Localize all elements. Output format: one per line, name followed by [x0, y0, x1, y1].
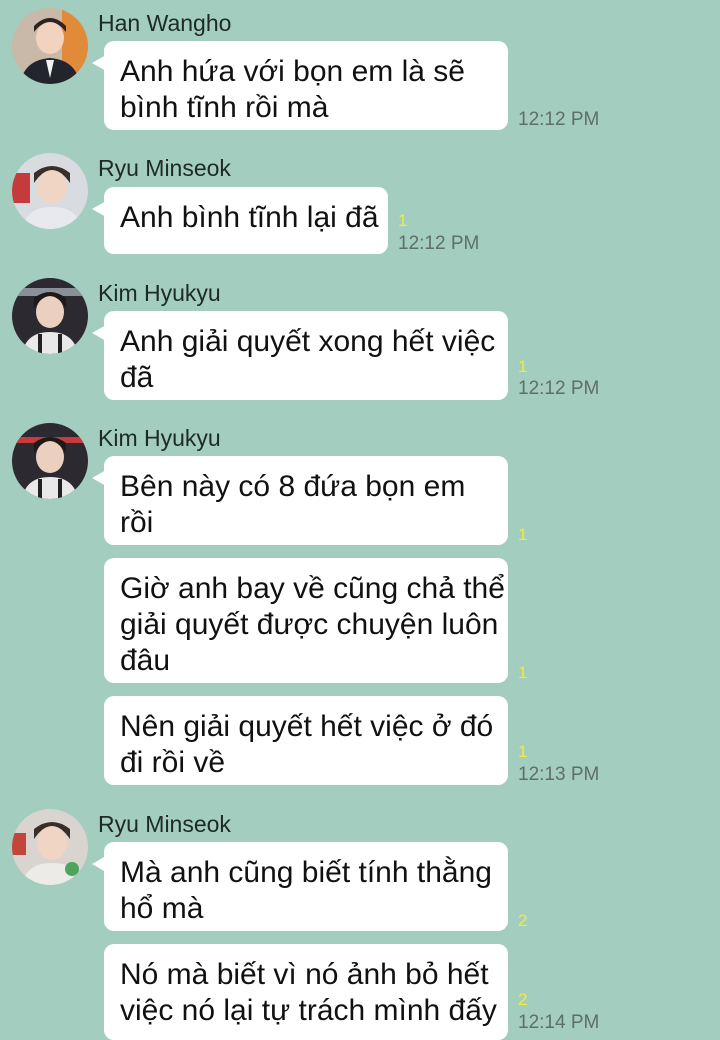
avatar-photo-icon: [12, 153, 88, 229]
sender-name: Ryu Minseok: [98, 155, 231, 181]
message-line: Giờ anh bay về cũng chả thể: [120, 572, 505, 605]
message-bubble[interactable]: Anh bình tĩnh lại đã: [92, 187, 388, 254]
message-line: Mà anh cũng biết tính thằng: [120, 856, 492, 889]
sender-name: Kim Hyukyu: [98, 280, 221, 306]
message-line: Anh giải quyết xong hết việc: [120, 325, 496, 358]
message-bubble[interactable]: Nên giải quyết hết việc ở đó đi rồi về: [104, 696, 508, 785]
message-time: 12:14 PM: [518, 1012, 600, 1033]
message-line: Anh bình tĩnh lại đã: [120, 201, 379, 234]
message-bubble[interactable]: Mà anh cũng biết tính thằng hổ mà: [92, 842, 508, 931]
message-line: Anh hứa với bọn em là sẽ: [120, 55, 465, 88]
avatar-kim-hyukyu[interactable]: [12, 423, 88, 499]
avatar-ryu-minseok[interactable]: [12, 153, 88, 229]
unread-count: 1: [398, 211, 408, 230]
chat-room: Han Wangho Anh hứa với bọn em là sẽ bình…: [0, 0, 720, 1040]
message-line: đi rồi về: [120, 746, 226, 779]
message-time: 12:12 PM: [518, 109, 600, 130]
avatar-photo-icon: [12, 809, 88, 885]
message-line: hổ mà: [120, 892, 204, 925]
unread-count: 1: [518, 357, 528, 376]
message-time: 12:12 PM: [398, 233, 480, 254]
message-line: bình tĩnh rồi mà: [120, 91, 329, 124]
avatar-ryu-minseok[interactable]: [12, 809, 88, 885]
message-bubble[interactable]: Nó mà biết vì nó ảnh bỏ hết việc nó lại …: [104, 944, 508, 1040]
message-line: đâu: [120, 644, 171, 677]
message-time: 12:13 PM: [518, 764, 600, 785]
message-bubble[interactable]: Bên này có 8 đứa bọn em rồi: [92, 456, 508, 545]
message-time: 12:12 PM: [518, 378, 600, 399]
message-line: rồi: [120, 506, 154, 539]
avatar-photo-icon: [12, 278, 88, 354]
message-line: đã: [120, 361, 154, 394]
message-line: giải quyết được chuyện luôn: [120, 608, 499, 641]
message-line: Nên giải quyết hết việc ở đó: [120, 710, 494, 743]
message-line: Bên này có 8 đứa bọn em: [120, 470, 466, 503]
unread-count: 1: [518, 742, 528, 761]
sender-name: Kim Hyukyu: [98, 425, 221, 451]
avatar-photo-icon: [12, 8, 88, 84]
avatar-photo-icon: [12, 423, 88, 499]
sender-name: Han Wangho: [98, 10, 232, 36]
message-line: việc nó lại tự trách mình đấy: [120, 994, 497, 1027]
message-bubble[interactable]: Anh giải quyết xong hết việc đã: [92, 311, 508, 400]
unread-count: 2: [518, 990, 528, 1009]
message-line: Nó mà biết vì nó ảnh bỏ hết: [120, 958, 489, 991]
avatar-kim-hyukyu[interactable]: [12, 278, 88, 354]
avatar-han-wangho[interactable]: [12, 8, 88, 84]
message-bubble[interactable]: Giờ anh bay về cũng chả thể giải quyết đ…: [104, 558, 508, 683]
message-bubble[interactable]: Anh hứa với bọn em là sẽ bình tĩnh rồi m…: [92, 41, 508, 130]
unread-count: 2: [518, 911, 528, 930]
unread-count: 1: [518, 663, 528, 682]
sender-name: Ryu Minseok: [98, 811, 231, 837]
unread-count: 1: [518, 525, 528, 544]
